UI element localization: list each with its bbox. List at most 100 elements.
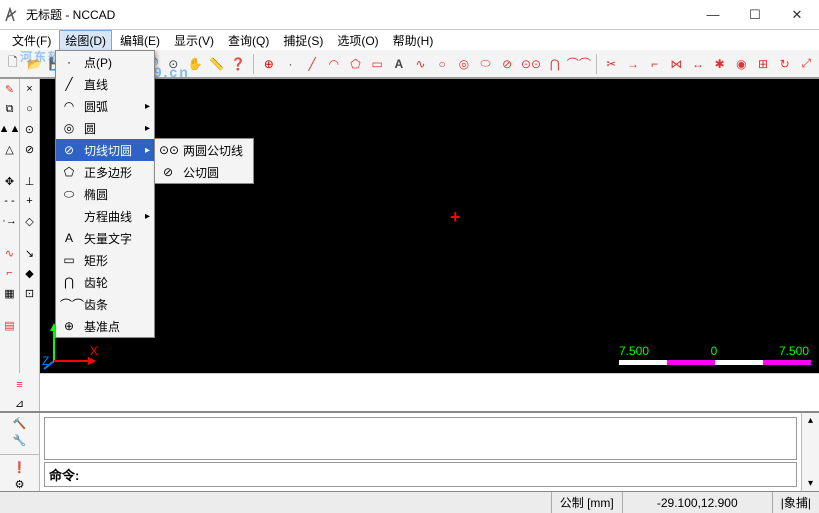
- measure-button[interactable]: 📏: [208, 53, 226, 75]
- snap-tangent-tool[interactable]: ⊘: [22, 141, 38, 157]
- menu-item-ellipse[interactable]: ⬭椭圆: [56, 183, 154, 205]
- align-tool[interactable]: ▤: [2, 317, 18, 333]
- left-edit-toolbar: ✎ ⧉ ▲▲ △ ✥ - - ·→ ∿ ⌐ ▦ ▤: [0, 79, 20, 373]
- scroll-down-icon[interactable]: ▾: [808, 478, 813, 489]
- break-tool[interactable]: ·→: [2, 213, 18, 229]
- maximize-button[interactable]: ☐: [743, 7, 767, 23]
- menu-view[interactable]: 显示(V): [168, 30, 220, 51]
- erase-tool[interactable]: ✎: [2, 81, 18, 97]
- menu-item-text[interactable]: A矢量文字: [56, 227, 154, 249]
- pan-button[interactable]: ✋: [186, 53, 204, 75]
- tangent-tool[interactable]: ⊘: [498, 53, 516, 75]
- bottom-tool-strip: ≡ ⊿: [0, 373, 819, 411]
- mirror-tool[interactable]: ⋈: [667, 53, 685, 75]
- drawing-canvas[interactable]: + Y X Z 7.500 0 7.500: [40, 79, 819, 373]
- snap-grid-tool[interactable]: ⊡: [22, 285, 38, 301]
- point-tool[interactable]: ·: [282, 53, 300, 75]
- mirror-v-tool[interactable]: ▲▲: [2, 121, 18, 137]
- snap-center-tool[interactable]: ⊙: [22, 121, 38, 137]
- copy-tool[interactable]: ⧉: [2, 101, 18, 117]
- tangent2-tool[interactable]: ⊙⊙: [520, 53, 542, 75]
- menu-label: 圆弧: [84, 98, 108, 115]
- settings-tool[interactable]: ⚙: [12, 478, 28, 491]
- scale-tool[interactable]: ⤢: [798, 53, 816, 75]
- help-button[interactable]: ❓: [230, 53, 248, 75]
- extend-tool[interactable]: →: [624, 53, 642, 75]
- triangle-tool[interactable]: △: [2, 141, 18, 157]
- window-title: 无标题 - NCCAD: [26, 6, 701, 23]
- arc-tool[interactable]: ◠: [325, 53, 343, 75]
- command-panel: 🔨 🔧 ❗ ⚙ 命令: ▴ ▾: [0, 411, 819, 491]
- snap-perp-tool[interactable]: ⊥: [22, 173, 38, 189]
- menu-edit[interactable]: 编辑(E): [114, 30, 166, 51]
- status-units[interactable]: 公制 [mm]: [551, 492, 622, 513]
- move-tool[interactable]: ✥: [2, 173, 18, 189]
- close-button[interactable]: ✕: [785, 7, 809, 23]
- menu-item-point[interactable]: ·点(P): [56, 51, 154, 73]
- explode-tool[interactable]: ✱: [711, 53, 729, 75]
- command-input-row[interactable]: 命令:: [44, 462, 797, 487]
- join-tool[interactable]: ⌐: [2, 265, 18, 281]
- array-tool[interactable]: ⊞: [754, 53, 772, 75]
- dim-tool[interactable]: ⊿: [12, 396, 28, 411]
- new-file-button[interactable]: 🗋: [4, 53, 22, 75]
- open-file-button[interactable]: 📂: [26, 53, 44, 75]
- command-history[interactable]: [44, 417, 797, 460]
- menu-help[interactable]: 帮助(H): [387, 30, 440, 51]
- status-snap-mode[interactable]: |象捕|: [772, 492, 819, 513]
- snap-int-tool[interactable]: +: [22, 193, 38, 209]
- spline-tool[interactable]: ∿: [412, 53, 430, 75]
- snap-end-tool[interactable]: ×: [22, 81, 38, 97]
- command-scrollbar[interactable]: ▴ ▾: [801, 413, 819, 491]
- scroll-up-icon[interactable]: ▴: [808, 415, 813, 426]
- snap-quad-tool[interactable]: ◆: [22, 265, 38, 281]
- trim-tool[interactable]: ✂: [602, 53, 620, 75]
- fillet-tool[interactable]: ⌐: [646, 53, 664, 75]
- hammer-tool[interactable]: 🔨: [12, 417, 28, 430]
- text-tool[interactable]: A: [390, 53, 408, 75]
- menu-item-line[interactable]: ╱直线: [56, 73, 154, 95]
- menu-item-tangent[interactable]: ⊘切线切圆▸: [56, 139, 154, 161]
- snap-near-tool[interactable]: ↘: [22, 245, 38, 261]
- target-icon[interactable]: ⊕: [260, 53, 278, 75]
- ruler-left-value: 7.500: [619, 344, 649, 358]
- menu-item-circle[interactable]: ◎圆▸: [56, 117, 154, 139]
- menu-label: 矢量文字: [84, 230, 132, 247]
- minimize-button[interactable]: —: [701, 7, 725, 23]
- menu-draw[interactable]: 绘图(D): [59, 30, 112, 51]
- snap-node-tool[interactable]: ◇: [22, 213, 38, 229]
- line-tool[interactable]: ╱: [303, 53, 321, 75]
- menu-item-gear[interactable]: ⋂齿轮: [56, 271, 154, 293]
- menu-options[interactable]: 选项(O): [331, 30, 384, 51]
- submenu-item-tangent-circle[interactable]: ⊘公切圆: [155, 161, 253, 183]
- rect-tool[interactable]: ▭: [368, 53, 386, 75]
- submenu-item-two-circle-tangent[interactable]: ⊙⊙两圆公切线: [155, 139, 253, 161]
- circle2-tool[interactable]: ◎: [455, 53, 473, 75]
- rack-tool[interactable]: ⌒⌒: [568, 53, 590, 75]
- menu-item-rectangle[interactable]: ▭矩形: [56, 249, 154, 271]
- menu-file[interactable]: 文件(F): [6, 30, 57, 51]
- info-tool[interactable]: ❗: [12, 461, 28, 474]
- circle-tool[interactable]: ○: [433, 53, 451, 75]
- menu-item-equation-curve[interactable]: 方程曲线▸: [56, 205, 154, 227]
- ellipse-tool[interactable]: ⬭: [477, 53, 495, 75]
- donut-tool[interactable]: ◉: [733, 53, 751, 75]
- menu-item-datum[interactable]: ⊕基准点: [56, 315, 154, 337]
- menu-item-polygon[interactable]: ⬠正多边形: [56, 161, 154, 183]
- menu-item-arc[interactable]: ◠圆弧▸: [56, 95, 154, 117]
- rect-icon: ▭: [60, 253, 78, 267]
- menu-item-rack[interactable]: ⌒⌒齿条: [56, 293, 154, 315]
- grid-tool[interactable]: ▦: [2, 285, 18, 301]
- gear-tool[interactable]: ⋂: [546, 53, 564, 75]
- menu-query[interactable]: 查询(Q): [222, 30, 275, 51]
- layer-tool[interactable]: ≡: [12, 377, 28, 392]
- dash-tool[interactable]: - -: [2, 193, 18, 209]
- polygon-tool[interactable]: ⬠: [347, 53, 365, 75]
- wrench-tool[interactable]: 🔧: [12, 434, 28, 447]
- rotate-tool[interactable]: ↻: [776, 53, 794, 75]
- menu-snap[interactable]: 捕捉(S): [277, 30, 329, 51]
- zoom-extents-button[interactable]: ⊙: [164, 53, 182, 75]
- snap-mid-tool[interactable]: ○: [22, 101, 38, 117]
- curve-edit-tool[interactable]: ∿: [2, 245, 18, 261]
- offset-tool[interactable]: ↔: [689, 53, 707, 75]
